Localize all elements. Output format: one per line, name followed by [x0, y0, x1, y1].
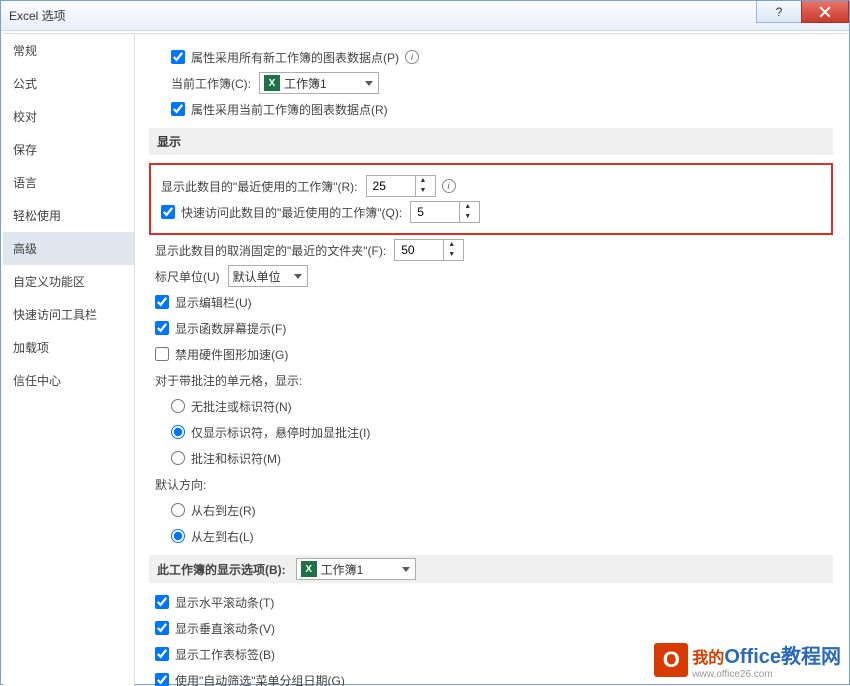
- label-show-formula-bar: 显示编辑栏(U): [175, 294, 252, 311]
- spinner-up[interactable]: ▲: [460, 202, 475, 212]
- checkbox-quick-access-recent[interactable]: [161, 205, 175, 219]
- content-area: 常规 公式 校对 保存 语言 轻松使用 高级 自定义功能区 快速访问工具栏 加载…: [3, 33, 847, 686]
- label-indicator-only: 仅显示标识符，悬停时加显批注(I): [191, 424, 370, 441]
- label-quick-access-recent: 快速访问此数目的"最近使用的工作簿"(Q):: [181, 204, 402, 221]
- label-comments-and-indicator: 批注和标识符(M): [191, 450, 281, 467]
- input-recent-folders[interactable]: [395, 240, 443, 260]
- watermark: O 我的Office教程网 www.office26.com: [654, 640, 841, 680]
- close-button[interactable]: [801, 1, 849, 23]
- label-recent-folders: 显示此数目的取消固定的"最近的文件夹"(F):: [155, 242, 386, 259]
- radio-indicator-only[interactable]: [171, 425, 185, 439]
- checkbox-chart-current[interactable]: [171, 102, 185, 116]
- sidebar-item-language[interactable]: 语言: [3, 166, 134, 199]
- section-header-workbook-display: 此工作簿的显示选项(B): X 工作簿1: [149, 555, 833, 583]
- checkbox-autofilter-group[interactable]: [155, 673, 169, 686]
- label-sheet-tabs: 显示工作表标签(B): [175, 646, 275, 663]
- sidebar-item-proofing[interactable]: 校对: [3, 100, 134, 133]
- label-chart-current: 属性采用当前工作簿的图表数据点(R): [191, 101, 388, 118]
- sidebar-item-qat[interactable]: 快速访问工具栏: [3, 298, 134, 331]
- excel-file-icon: X: [301, 561, 317, 577]
- label-recent-workbooks: 显示此数目的"最近使用的工作簿"(R):: [161, 178, 358, 195]
- label-ltr: 从左到右(L): [191, 528, 254, 545]
- label-workbook-display-header: 此工作簿的显示选项(B):: [157, 561, 286, 578]
- info-icon[interactable]: i: [405, 50, 419, 64]
- radio-ltr[interactable]: [171, 529, 185, 543]
- office-logo-icon: O: [654, 643, 688, 677]
- window-title: Excel 选项: [9, 7, 757, 24]
- help-button[interactable]: ?: [756, 1, 802, 23]
- sidebar-item-formulas[interactable]: 公式: [3, 67, 134, 100]
- watermark-brand: 我的Office教程网: [692, 640, 841, 669]
- radio-comments-and-indicator[interactable]: [171, 451, 185, 465]
- label-v-scroll: 显示垂直滚动条(V): [175, 620, 275, 637]
- checkbox-chart-all-new[interactable]: [171, 50, 185, 64]
- main-panel[interactable]: 属性采用所有新工作簿的图表数据点(P) i 当前工作簿(C): X 工作簿1 属…: [135, 34, 847, 686]
- sidebar-item-trust[interactable]: 信任中心: [3, 364, 134, 397]
- checkbox-v-scroll[interactable]: [155, 621, 169, 635]
- sidebar-item-save[interactable]: 保存: [3, 133, 134, 166]
- spinner-recent-workbooks[interactable]: ▲▼: [366, 175, 436, 197]
- checkbox-sheet-tabs[interactable]: [155, 647, 169, 661]
- highlighted-region: 显示此数目的"最近使用的工作簿"(R): ▲▼ i 快速访问此数目的"最近使用的…: [149, 163, 833, 235]
- excel-options-window: Excel 选项 ? 常规 公式 校对 保存 语言 轻松使用 高级 自定义功能区…: [0, 0, 850, 685]
- input-quick-access-recent[interactable]: [411, 202, 459, 222]
- watermark-url: www.office26.com: [692, 669, 841, 680]
- sidebar-item-advanced[interactable]: 高级: [3, 232, 134, 265]
- sidebar: 常规 公式 校对 保存 语言 轻松使用 高级 自定义功能区 快速访问工具栏 加载…: [3, 34, 135, 686]
- label-autofilter-group: 使用"自动筛选"菜单分组日期(G): [175, 672, 345, 686]
- spinner-up[interactable]: ▲: [416, 176, 431, 186]
- spinner-down[interactable]: ▼: [416, 186, 431, 196]
- label-show-screentips: 显示函数屏幕提示(F): [175, 320, 286, 337]
- input-recent-workbooks[interactable]: [367, 176, 415, 196]
- titlebar-buttons: ?: [757, 1, 849, 30]
- section-header-display: 显示: [149, 128, 833, 155]
- spinner-quick-access-recent[interactable]: ▲▼: [410, 201, 480, 223]
- select-current-workbook-value: 工作簿1: [284, 75, 327, 92]
- sidebar-item-general[interactable]: 常规: [3, 34, 134, 67]
- select-workbook-display[interactable]: X 工作簿1: [296, 558, 416, 580]
- sidebar-item-addins[interactable]: 加载项: [3, 331, 134, 364]
- info-icon[interactable]: i: [442, 179, 456, 193]
- select-ruler-units-value: 默认单位: [233, 268, 281, 285]
- label-comments-header: 对于带批注的单元格，显示:: [155, 372, 302, 389]
- label-rtl: 从右到左(R): [191, 502, 256, 519]
- spinner-recent-folders[interactable]: ▲▼: [394, 239, 464, 261]
- label-current-workbook: 当前工作簿(C):: [171, 75, 251, 92]
- sidebar-item-customize-ribbon[interactable]: 自定义功能区: [3, 265, 134, 298]
- titlebar: Excel 选项 ?: [1, 1, 849, 31]
- spinner-down[interactable]: ▼: [460, 212, 475, 222]
- radio-no-comments[interactable]: [171, 399, 185, 413]
- checkbox-show-screentips[interactable]: [155, 321, 169, 335]
- checkbox-disable-hw-accel[interactable]: [155, 347, 169, 361]
- sidebar-item-ease[interactable]: 轻松使用: [3, 199, 134, 232]
- spinner-up[interactable]: ▲: [444, 240, 459, 250]
- label-direction-header: 默认方向:: [155, 476, 206, 493]
- spinner-down[interactable]: ▼: [444, 250, 459, 260]
- select-workbook-display-value: 工作簿1: [321, 561, 364, 578]
- select-ruler-units[interactable]: 默认单位: [228, 265, 308, 287]
- label-h-scroll: 显示水平滚动条(T): [175, 594, 274, 611]
- select-current-workbook[interactable]: X 工作簿1: [259, 72, 379, 94]
- label-chart-all-new: 属性采用所有新工作簿的图表数据点(P): [191, 49, 399, 66]
- excel-file-icon: X: [264, 75, 280, 91]
- label-no-comments: 无批注或标识符(N): [191, 398, 292, 415]
- label-ruler-units: 标尺单位(U): [155, 268, 220, 285]
- checkbox-show-formula-bar[interactable]: [155, 295, 169, 309]
- label-disable-hw-accel: 禁用硬件图形加速(G): [175, 346, 288, 363]
- checkbox-h-scroll[interactable]: [155, 595, 169, 609]
- radio-rtl[interactable]: [171, 503, 185, 517]
